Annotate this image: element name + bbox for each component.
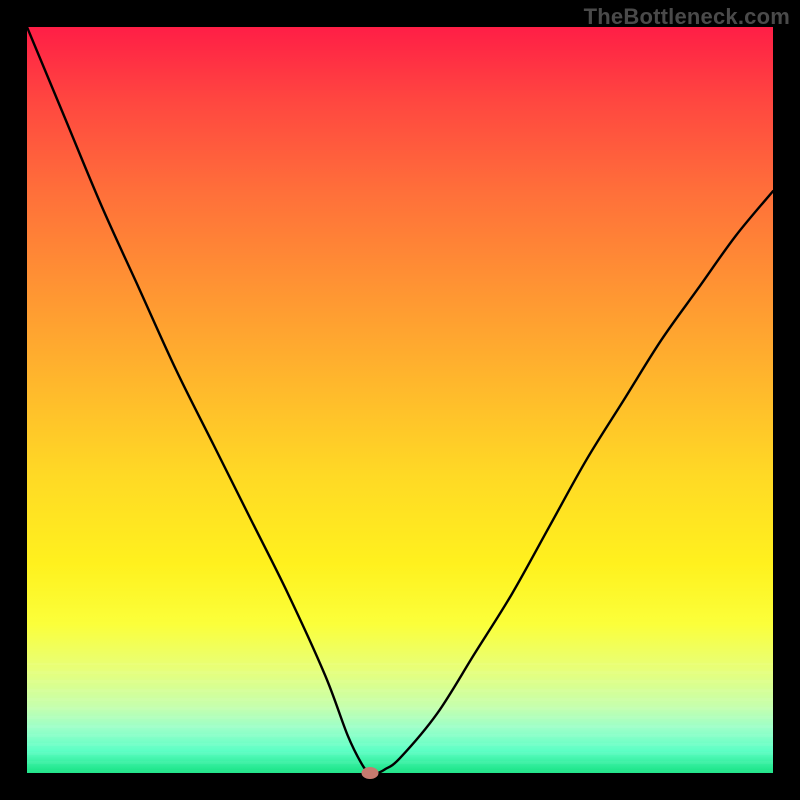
chart-frame: TheBottleneck.com <box>0 0 800 800</box>
optimal-point-marker <box>362 767 379 779</box>
bottleneck-curve <box>27 27 773 773</box>
plot-area <box>27 27 773 773</box>
watermark-text: TheBottleneck.com <box>584 4 790 30</box>
